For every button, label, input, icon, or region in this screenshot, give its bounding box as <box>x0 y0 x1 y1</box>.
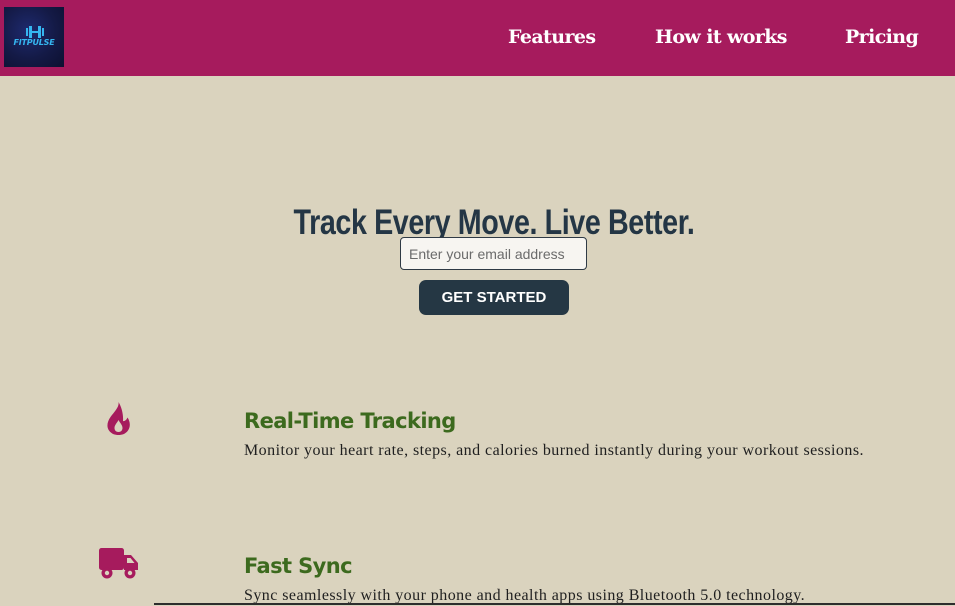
nav-link-how-it-works[interactable]: How it works <box>655 22 788 52</box>
email-input[interactable] <box>400 237 587 270</box>
fire-icon <box>107 402 130 435</box>
logo-wordmark: FITPULSE <box>13 38 55 47</box>
get-started-button[interactable]: GET STARTED <box>419 280 569 315</box>
nav-link-features[interactable]: Features <box>508 22 596 52</box>
nav-link-pricing[interactable]: Pricing <box>845 22 919 52</box>
feature-title: Real-Time Tracking <box>244 409 456 434</box>
site-header: FITPULSE Features How it works Pricing <box>0 0 955 76</box>
truck-icon <box>99 548 138 579</box>
fitpulse-logo[interactable]: FITPULSE <box>4 7 64 67</box>
feature-title: Fast Sync <box>244 554 353 579</box>
feature-description: Monitor your heart rate, steps, and calo… <box>244 442 864 459</box>
dumbbell-icon <box>26 26 44 38</box>
